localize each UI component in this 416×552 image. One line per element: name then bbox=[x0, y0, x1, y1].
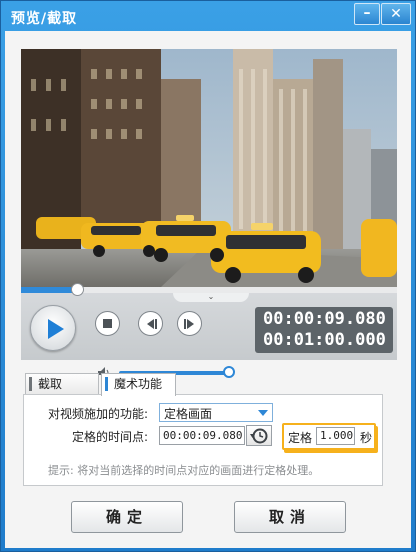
window-title: 预览/截取 bbox=[11, 11, 78, 27]
function-label: 对视频施加的功能: bbox=[48, 407, 149, 421]
current-time: 00:00:09.080 bbox=[263, 309, 386, 329]
ok-button[interactable]: 确定 bbox=[71, 501, 183, 533]
function-select-value: 定格画面 bbox=[164, 407, 213, 421]
freeze-prefix: 定格 bbox=[288, 431, 313, 445]
collapse-chevron-icon: ⌄ bbox=[207, 292, 215, 301]
hint-text: 提示: 将对当前选择的时间点对应的画面进行定格处理。 bbox=[48, 464, 320, 477]
stop-button[interactable] bbox=[95, 311, 120, 336]
close-button[interactable]: ✕ bbox=[381, 3, 411, 25]
prev-frame-button[interactable] bbox=[138, 311, 163, 336]
tab-magic[interactable]: 魔术功能 bbox=[101, 373, 176, 396]
tab-magic-label: 魔术功能 bbox=[114, 377, 163, 391]
video-preview bbox=[21, 49, 397, 287]
freeze-duration-input[interactable]: 1.000 bbox=[316, 427, 355, 445]
volume-handle[interactable] bbox=[222, 366, 235, 378]
next-frame-icon bbox=[184, 319, 194, 329]
next-frame-button[interactable] bbox=[177, 311, 202, 336]
dialog-window: 预览/截取 – ✕ ⌄ 00:00:09.080 00:01:00.000 截取… bbox=[0, 0, 416, 552]
dialog-body: ⌄ 00:00:09.080 00:01:00.000 截取 魔术功能 对视频施… bbox=[5, 31, 411, 548]
freeze-duration-group: 定格 1.000 秒 bbox=[282, 423, 376, 450]
play-button[interactable] bbox=[30, 305, 76, 351]
seek-handle[interactable] bbox=[71, 283, 85, 296]
chevron-down-icon bbox=[258, 410, 268, 416]
title-bar[interactable]: 预览/截取 – ✕ bbox=[1, 1, 415, 31]
total-time: 00:01:00.000 bbox=[263, 330, 386, 350]
prev-frame-icon bbox=[147, 319, 157, 329]
tab-cut-label: 截取 bbox=[38, 377, 63, 391]
time-display: 00:00:09.080 00:01:00.000 bbox=[255, 307, 393, 353]
minimize-button[interactable]: – bbox=[354, 3, 380, 25]
clock-back-icon bbox=[250, 428, 268, 444]
use-current-time-button[interactable] bbox=[246, 425, 272, 446]
seek-progress bbox=[21, 287, 78, 293]
function-select[interactable]: 定格画面 bbox=[159, 403, 273, 422]
stop-icon bbox=[103, 319, 112, 328]
player-controls: ⌄ 00:00:09.080 00:01:00.000 bbox=[21, 283, 397, 379]
close-icon: ✕ bbox=[390, 6, 402, 22]
freeze-unit: 秒 bbox=[360, 431, 373, 445]
freeze-time-label: 定格的时间点: bbox=[72, 430, 149, 444]
video-frame-image bbox=[21, 49, 397, 287]
play-icon bbox=[48, 319, 64, 339]
tab-cut[interactable]: 截取 bbox=[25, 373, 99, 395]
freeze-time-input[interactable]: 00:00:09.080 bbox=[159, 426, 245, 445]
minimize-icon: – bbox=[363, 5, 371, 21]
cancel-button[interactable]: 取消 bbox=[234, 501, 346, 533]
magic-panel: 对视频施加的功能: 定格画面 定格的时间点: 00:00:09.080 定格 1… bbox=[23, 394, 383, 486]
collapse-toggle[interactable]: ⌄ bbox=[173, 293, 249, 302]
